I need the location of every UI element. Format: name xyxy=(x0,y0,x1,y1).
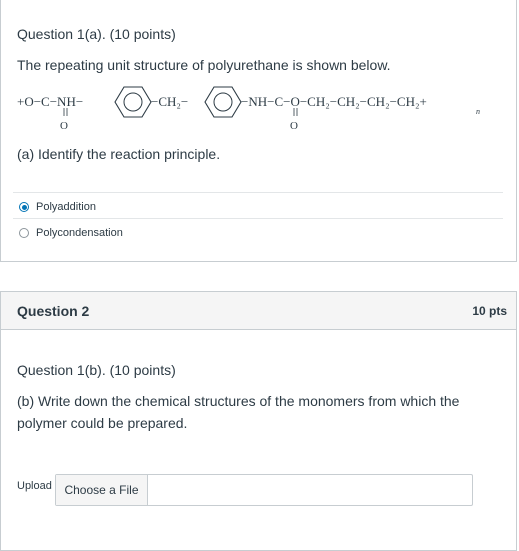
structure-left-segment: +O−C−NH− xyxy=(17,94,83,109)
radio-unchecked-icon[interactable] xyxy=(19,228,29,238)
option-divider xyxy=(13,192,503,193)
question-header: Question 2 10 pts xyxy=(1,292,516,330)
option-label: Polyaddition xyxy=(36,201,96,213)
option-polycondensation[interactable]: Polycondensation xyxy=(19,227,123,239)
question-1-card: Question 1(a). (10 points) The repeating… xyxy=(0,0,517,262)
repeat-subscript-n: n xyxy=(476,107,480,116)
choose-file-button[interactable]: Choose a File xyxy=(56,475,148,505)
question-text: (b) Write down the chemical structures o… xyxy=(17,393,460,431)
option-divider xyxy=(13,218,503,219)
option-label: Polycondensation xyxy=(36,227,123,239)
carbonyl-oxygen-left: O xyxy=(60,120,68,132)
file-upload-field[interactable]: Choose a File xyxy=(55,474,473,506)
question-2-card: Question 2 10 pts Question 1(b). (10 poi… xyxy=(0,291,517,551)
question-title: Question 1(a). (10 points) xyxy=(17,26,176,42)
question-prompt: The repeating unit structure of polyuret… xyxy=(17,57,391,73)
question-title: Question 1(b). (10 points) xyxy=(17,362,176,378)
upload-label: Upload xyxy=(17,480,52,492)
option-polyaddition[interactable]: Polyaddition xyxy=(19,201,96,213)
structure-right-segment: −NH−C−O−CH₂−CH₂−CH₂−CH₂+ xyxy=(241,94,427,109)
structure-ch2-middle: −CH₂− xyxy=(151,94,188,109)
polyurethane-structure: +O−C−NH− O −CH₂− −NH−C−O−CH₂−CH₂−CH₂−CH₂… xyxy=(17,86,480,132)
benzene-ring-1 xyxy=(114,86,152,118)
sub-question: (a) Identify the reaction principle. xyxy=(17,146,221,162)
question-name: Question 2 xyxy=(17,303,90,319)
benzene-ring-2 xyxy=(204,86,242,118)
carbonyl-oxygen-right: O xyxy=(290,120,298,132)
question-points: 10 pts xyxy=(472,304,507,318)
radio-checked-icon[interactable] xyxy=(19,202,29,212)
